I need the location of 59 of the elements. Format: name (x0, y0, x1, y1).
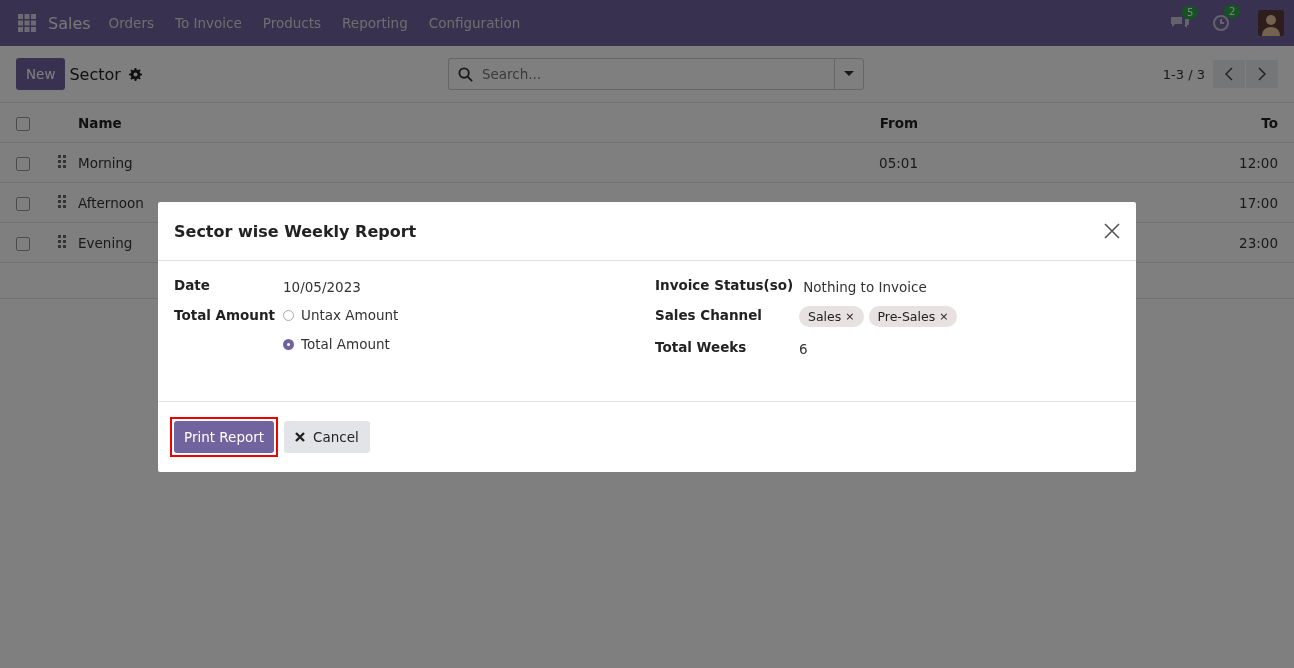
chevron-right-icon (1258, 67, 1266, 81)
previous-button[interactable] (1213, 60, 1245, 88)
tag-remove-button[interactable]: × (845, 310, 855, 323)
tag-label: Pre-Sales (877, 309, 936, 324)
cancel-button[interactable]: Cancel (284, 421, 370, 453)
drag-handle-icon[interactable] (58, 194, 66, 208)
drag-handle-icon[interactable] (58, 234, 66, 248)
clock-icon[interactable] (1212, 14, 1230, 32)
field-label: Date (174, 277, 211, 295)
tag-label: Sales (808, 309, 842, 324)
search-options-toggle[interactable] (833, 58, 864, 90)
close-icon[interactable] (1104, 223, 1120, 239)
row-checkbox[interactable] (16, 236, 30, 251)
table-cell: 05:01 (879, 154, 918, 171)
radio-label[interactable]: Total Amount (301, 336, 390, 352)
column-header[interactable]: From (879, 114, 918, 131)
select-all-checkbox[interactable] (16, 116, 30, 131)
table-cell: 12:00 (1239, 154, 1278, 171)
apps-menu-icon[interactable] (18, 14, 36, 32)
dialog-title: Sector wise Weekly Report (174, 221, 417, 241)
message-count-badge: 5 (1182, 6, 1199, 19)
menu-item[interactable]: Configuration (428, 15, 521, 31)
radio-button[interactable] (283, 338, 294, 350)
radio-label[interactable]: Untax Amount (301, 307, 399, 323)
close-icon (295, 432, 306, 442)
tag-remove-button[interactable]: × (939, 310, 949, 323)
menu-item[interactable]: Orders (108, 15, 154, 31)
field-value: 10/05/2023 (283, 278, 361, 295)
search-field[interactable]: Search... (447, 58, 834, 90)
menu-item[interactable]: Reporting (342, 15, 408, 31)
table-cell: Afternoon (78, 194, 144, 211)
field-value: Nothing to Invoice (803, 278, 927, 295)
pager-value: 1-3 / 3 (1162, 66, 1205, 82)
new-button[interactable]: New (16, 58, 66, 90)
caret-icon (843, 71, 854, 77)
table-cell: 23:00 (1239, 234, 1278, 251)
table-cell: Morning (78, 154, 133, 171)
drag-handle-icon[interactable] (58, 154, 66, 168)
row-checkbox[interactable] (16, 156, 30, 171)
table-cell: Evening (78, 234, 133, 251)
chevron-left-icon (1225, 67, 1233, 81)
user-avatar[interactable] (1258, 10, 1284, 36)
next-button[interactable] (1246, 60, 1278, 88)
field-value: 6 (799, 340, 808, 357)
activity-count-badge: 2 (1224, 5, 1241, 18)
column-header[interactable]: To (1261, 114, 1278, 131)
field-label: Sales Channel (655, 307, 763, 325)
field-label: Invoice Status(so) (655, 277, 794, 295)
field-label: Total Amount (174, 307, 277, 325)
table-cell: 17:00 (1239, 194, 1278, 211)
menu-item[interactable]: To Invoice (175, 15, 242, 31)
menu-item[interactable]: Products (262, 15, 322, 31)
page-title: Sector (69, 64, 121, 84)
app-name[interactable]: Sales (48, 13, 91, 33)
settings-icon[interactable] (128, 67, 142, 81)
row-checkbox[interactable] (16, 196, 30, 211)
field-label: Total Weeks (655, 339, 748, 357)
column-header[interactable]: Name (78, 114, 122, 131)
print-report-button[interactable]: Print Report (174, 421, 275, 453)
